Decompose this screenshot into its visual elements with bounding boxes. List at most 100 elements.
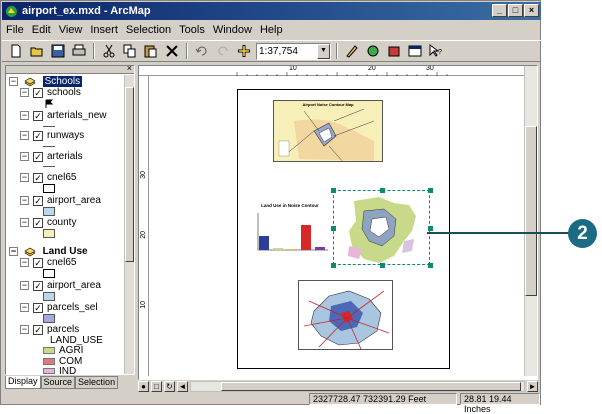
save-icon[interactable]	[49, 42, 67, 60]
layer-visibility-checkbox[interactable]: ✓	[33, 130, 43, 141]
layer-visibility-checkbox[interactable]: ✓	[33, 87, 43, 98]
collapse-icon[interactable]: −	[20, 131, 29, 140]
resize-handle-ne[interactable]	[428, 188, 433, 193]
toc-layer[interactable]: − ✓ cnel65	[20, 257, 76, 268]
redo-icon[interactable]	[214, 42, 232, 60]
collapse-icon[interactable]: −	[20, 281, 29, 290]
layer-visibility-checkbox[interactable]: ✓	[33, 172, 43, 183]
toc-layer[interactable]: − ✓ runways	[20, 130, 84, 141]
chevron-down-icon[interactable]: ▼	[317, 43, 330, 59]
callout-leader-line	[427, 232, 569, 234]
resize-handle-w[interactable]	[331, 226, 336, 231]
toc-layer-label: parcels_sel	[47, 302, 98, 313]
menu-insert[interactable]: Insert	[90, 24, 118, 36]
print-icon[interactable]	[70, 42, 88, 60]
toc-layer[interactable]: − ✓ airport_area	[20, 280, 101, 291]
layer-visibility-checkbox[interactable]: ✓	[33, 324, 43, 335]
copy-icon[interactable]	[121, 42, 139, 60]
toc-scrollbar-thumb[interactable]	[125, 87, 134, 262]
toc-layer[interactable]: − ✓ schools	[20, 87, 81, 98]
layer-visibility-checkbox[interactable]: ✓	[33, 302, 43, 313]
toc-layer[interactable]: − ✓ arterials_new	[20, 110, 106, 121]
resize-handle-n[interactable]	[380, 188, 385, 193]
layout-view[interactable]: 10 20 30 30 20 10 Airport Noise Contour …	[138, 65, 538, 380]
menu-file[interactable]: File	[6, 24, 24, 36]
layer-visibility-checkbox[interactable]: ✓	[33, 280, 43, 291]
scroll-right-button[interactable]: ►	[527, 380, 538, 392]
arccatalog-icon[interactable]	[385, 42, 403, 60]
collapse-icon[interactable]: −	[9, 247, 18, 256]
toc-layer[interactable]: − ✓ parcels_sel	[20, 302, 98, 313]
layout-horizontal-scrollbar-thumb[interactable]	[221, 381, 521, 391]
collapse-icon[interactable]: −	[20, 218, 29, 227]
layout-view-button[interactable]: □	[151, 380, 162, 392]
menu-help[interactable]: Help	[260, 24, 283, 36]
maximize-button[interactable]: □	[508, 4, 523, 17]
toc-layer[interactable]: − ✓ airport_area	[20, 195, 101, 206]
collapse-icon[interactable]: −	[20, 303, 29, 312]
open-icon[interactable]	[28, 42, 46, 60]
refresh-button[interactable]: ↻	[164, 380, 175, 392]
map-frame-noise-contour[interactable]: Airport Noise Contour Map	[273, 100, 383, 162]
collapse-icon[interactable]: −	[20, 325, 29, 334]
toc-layer[interactable]: − ✓ arterials	[20, 151, 83, 162]
editor-icon[interactable]	[343, 42, 361, 60]
toc-layer[interactable]: − ✓ cnel65	[20, 172, 76, 183]
whats-this-icon[interactable]: ?	[427, 42, 445, 60]
collapse-icon[interactable]: −	[9, 77, 18, 86]
new-icon[interactable]	[7, 42, 25, 60]
layer-visibility-checkbox[interactable]: ✓	[33, 110, 43, 121]
collapse-icon[interactable]: −	[20, 258, 29, 267]
toc-group-schools[interactable]: − Schools	[9, 76, 83, 87]
add-data-icon[interactable]	[235, 42, 253, 60]
cut-icon[interactable]	[100, 42, 118, 60]
layout-horizontal-scrollbar[interactable]	[190, 380, 525, 392]
undo-icon[interactable]	[193, 42, 211, 60]
collapse-icon[interactable]: −	[20, 173, 29, 182]
toc-scrollbar[interactable]	[124, 75, 134, 374]
selected-map-frame[interactable]	[331, 188, 433, 268]
data-view-button[interactable]: ●	[138, 380, 149, 392]
layer-visibility-checkbox[interactable]: ✓	[33, 195, 43, 206]
scroll-left-button[interactable]: ◄	[177, 380, 188, 392]
collapse-icon[interactable]: −	[20, 152, 29, 161]
menu-view[interactable]: View	[59, 24, 83, 36]
menu-window[interactable]: Window	[213, 24, 252, 36]
menu-edit[interactable]: Edit	[32, 24, 51, 36]
resize-handle-nw[interactable]	[331, 188, 336, 193]
land-use-zoom-map	[348, 197, 416, 263]
menu-selection[interactable]: Selection	[126, 24, 171, 36]
minimize-button[interactable]: _	[492, 4, 507, 17]
command-line-icon[interactable]	[406, 42, 424, 60]
collapse-icon[interactable]: −	[20, 88, 29, 97]
close-button[interactable]: ×	[524, 4, 539, 17]
tab-source[interactable]: Source	[40, 376, 76, 389]
layout-vertical-scrollbar[interactable]	[524, 66, 537, 376]
resize-handle-sw[interactable]	[331, 263, 336, 268]
resize-handle-e[interactable]	[428, 226, 433, 231]
tab-display[interactable]: Display	[5, 376, 41, 389]
delete-icon[interactable]	[163, 42, 181, 60]
toc-close-button[interactable]: ×	[127, 66, 132, 73]
toc-layer[interactable]: − ✓ parcels	[20, 324, 79, 335]
toc-group-land-use[interactable]: − Land Use	[9, 246, 88, 257]
tab-selection[interactable]: Selection	[75, 376, 119, 389]
layout-page[interactable]: Airport Noise Contour Map Land Use in No…	[237, 89, 450, 369]
collapse-icon[interactable]: −	[20, 196, 29, 205]
arctoolbox-icon[interactable]	[364, 42, 382, 60]
layer-visibility-checkbox[interactable]: ✓	[33, 151, 43, 162]
menu-tools[interactable]: Tools	[179, 24, 205, 36]
layer-visibility-checkbox[interactable]: ✓	[33, 257, 43, 268]
collapse-icon[interactable]: −	[20, 111, 29, 120]
toolbar-separator	[186, 43, 188, 59]
map-frame-parcels[interactable]	[298, 280, 393, 350]
title-bar[interactable]: airport_ex.mxd - ArcMap _ □ ×	[2, 2, 541, 20]
layer-visibility-checkbox[interactable]: ✓	[33, 217, 43, 228]
layout-vertical-scrollbar-thumb[interactable]	[525, 126, 537, 296]
resize-handle-s[interactable]	[380, 263, 385, 268]
paste-icon[interactable]	[142, 42, 160, 60]
map-scale-field[interactable]: 1:37,754 ▼	[256, 42, 331, 60]
land-use-chart-frame[interactable]: Land Use in Noise Contour	[250, 203, 330, 263]
toc-layer[interactable]: − ✓ county	[20, 217, 76, 228]
resize-handle-se[interactable]	[428, 263, 433, 268]
